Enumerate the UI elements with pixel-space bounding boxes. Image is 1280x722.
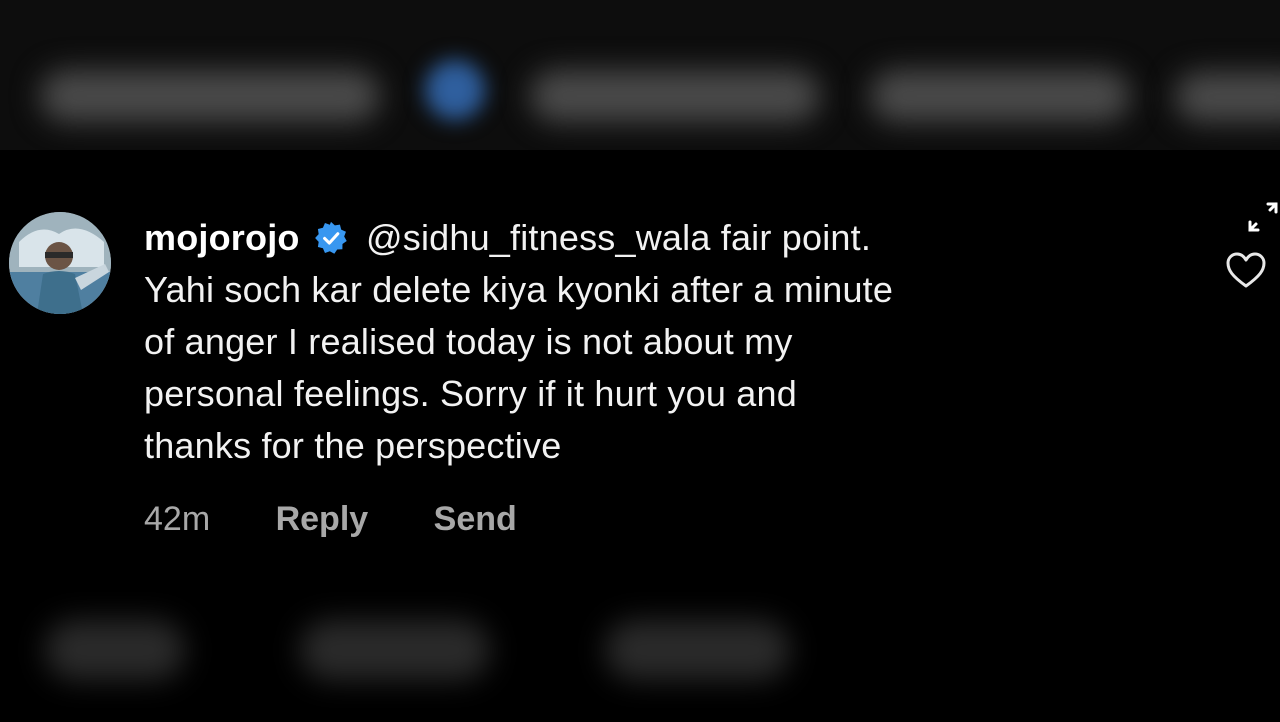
blurred-reply [300, 620, 490, 680]
expand-icon[interactable] [1246, 200, 1280, 234]
comment-timestamp: 42m [144, 500, 211, 538]
comment-username[interactable]: mojorojo [144, 217, 300, 258]
comment-text-line-5: thanks for the perspective [144, 425, 562, 466]
comment-meta: 42m Reply Send [144, 500, 517, 539]
verified-badge-icon [314, 221, 347, 254]
blurred-footer [0, 580, 1280, 722]
blurred-send [605, 620, 790, 680]
blurred-verified-icon [425, 60, 485, 120]
blurred-username [40, 70, 380, 122]
comment-text-line-2: Yahi soch kar delete kiya kyonki after a… [144, 269, 894, 310]
avatar[interactable] [9, 212, 111, 314]
heart-icon[interactable] [1226, 252, 1266, 290]
comment-text-line-1: fair point. [720, 217, 872, 258]
blurred-text [870, 70, 1130, 122]
blurred-header [0, 0, 1280, 150]
comment-item: mojorojo @sidhu_fitness_wala fair point.… [0, 150, 1280, 570]
blurred-mention [530, 70, 820, 122]
comment-text-line-4: personal feelings. Sorry if it hurt you … [144, 373, 797, 414]
blurred-text-end [1175, 72, 1280, 122]
avatar-image [9, 212, 111, 314]
comment-text-line-3: of anger I realised today is not about m… [144, 321, 793, 362]
send-button[interactable]: Send [434, 500, 517, 538]
comment-first-line: mojorojo @sidhu_fitness_wala fair point. [144, 212, 1164, 264]
reply-button[interactable]: Reply [276, 500, 369, 538]
comment-mention[interactable]: @sidhu_fitness_wala [366, 217, 711, 258]
comment-text: mojorojo @sidhu_fitness_wala fair point.… [144, 212, 1164, 472]
blurred-timestamp [45, 620, 185, 680]
